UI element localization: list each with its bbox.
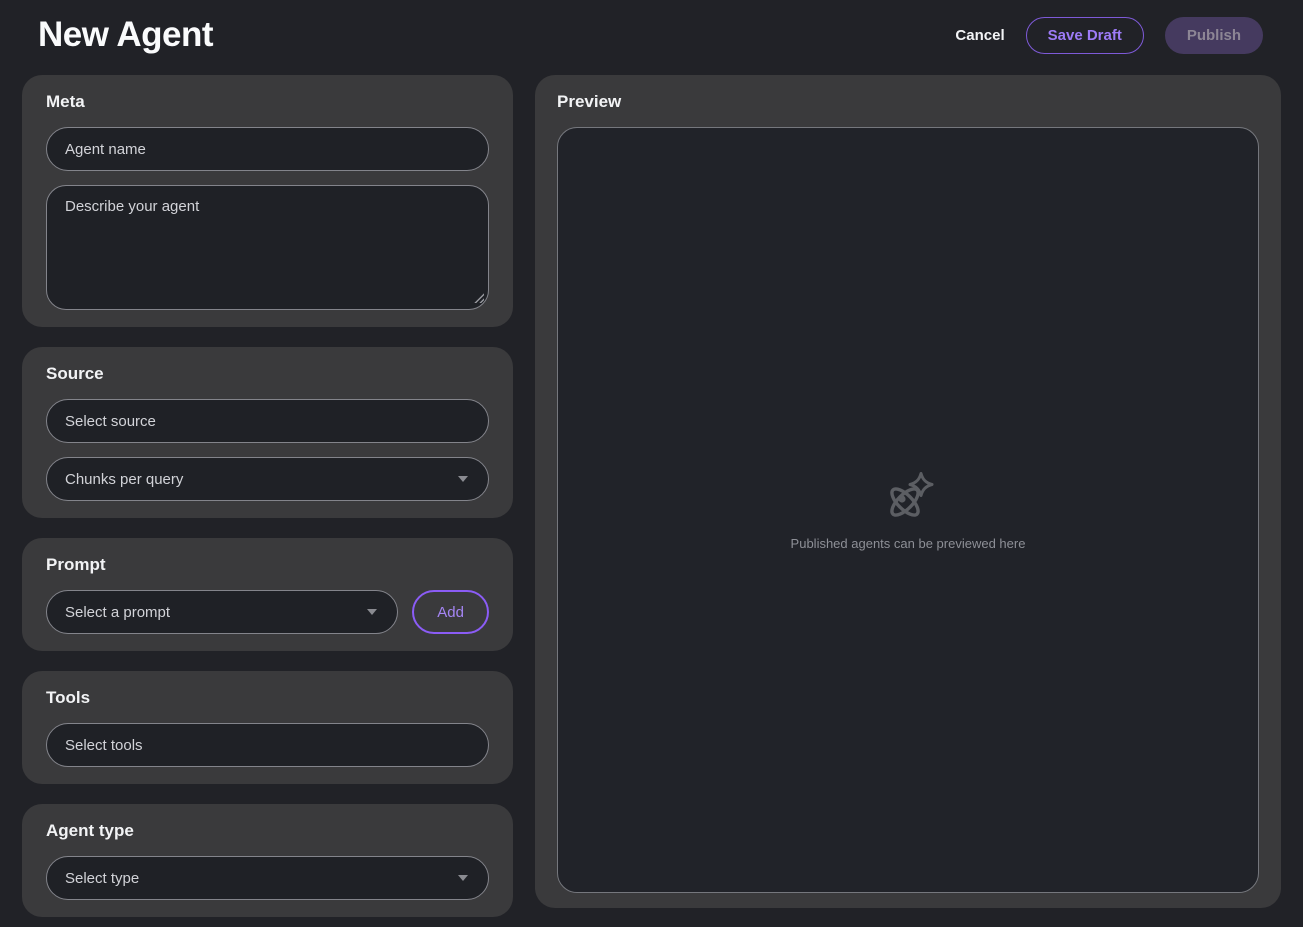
save-draft-button[interactable]: Save Draft [1026, 17, 1144, 54]
source-card: Source Chunks per query [22, 347, 513, 518]
chevron-down-icon [458, 875, 468, 881]
chunks-per-query-select[interactable]: Chunks per query [46, 457, 489, 501]
add-prompt-button[interactable]: Add [412, 590, 489, 634]
prompt-select[interactable]: Select a prompt [46, 590, 398, 634]
page-title: New Agent [38, 15, 213, 55]
meta-card: Meta [22, 75, 513, 327]
agent-type-card: Agent type Select type [22, 804, 513, 917]
prompt-select-value: Select a prompt [65, 604, 170, 621]
agent-sparkle-icon [879, 470, 937, 528]
publish-button[interactable]: Publish [1165, 17, 1263, 54]
meta-section-title: Meta [46, 91, 489, 112]
agent-description-textarea[interactable] [46, 185, 489, 310]
chevron-down-icon [367, 609, 377, 615]
chunks-per-query-value: Chunks per query [65, 471, 183, 488]
main-content: Meta Source Chunks per query Prompt Sele… [0, 70, 1303, 917]
tools-card: Tools [22, 671, 513, 784]
preview-empty-text: Published agents can be previewed here [791, 536, 1026, 551]
agent-description-wrap [46, 185, 489, 310]
cancel-button[interactable]: Cancel [955, 27, 1004, 44]
preview-panel: Preview Published agents can be previewe… [535, 75, 1281, 908]
page-header: New Agent Cancel Save Draft Publish [0, 0, 1303, 70]
prompt-row: Select a prompt Add [46, 590, 489, 634]
chevron-down-icon [458, 476, 468, 482]
tools-section-title: Tools [46, 687, 489, 708]
header-actions: Cancel Save Draft Publish [955, 17, 1263, 54]
agent-type-select[interactable]: Select type [46, 856, 489, 900]
prompt-section-title: Prompt [46, 554, 489, 575]
preview-section-title: Preview [557, 91, 1259, 112]
form-column: Meta Source Chunks per query Prompt Sele… [22, 75, 513, 917]
agent-type-section-title: Agent type [46, 820, 489, 841]
select-tools-input[interactable] [46, 723, 489, 767]
preview-column: Preview Published agents can be previewe… [535, 75, 1281, 908]
select-source-input[interactable] [46, 399, 489, 443]
source-section-title: Source [46, 363, 489, 384]
prompt-card: Prompt Select a prompt Add [22, 538, 513, 651]
agent-name-input[interactable] [46, 127, 489, 171]
agent-type-value: Select type [65, 870, 139, 887]
preview-empty-state: Published agents can be previewed here [557, 127, 1259, 893]
